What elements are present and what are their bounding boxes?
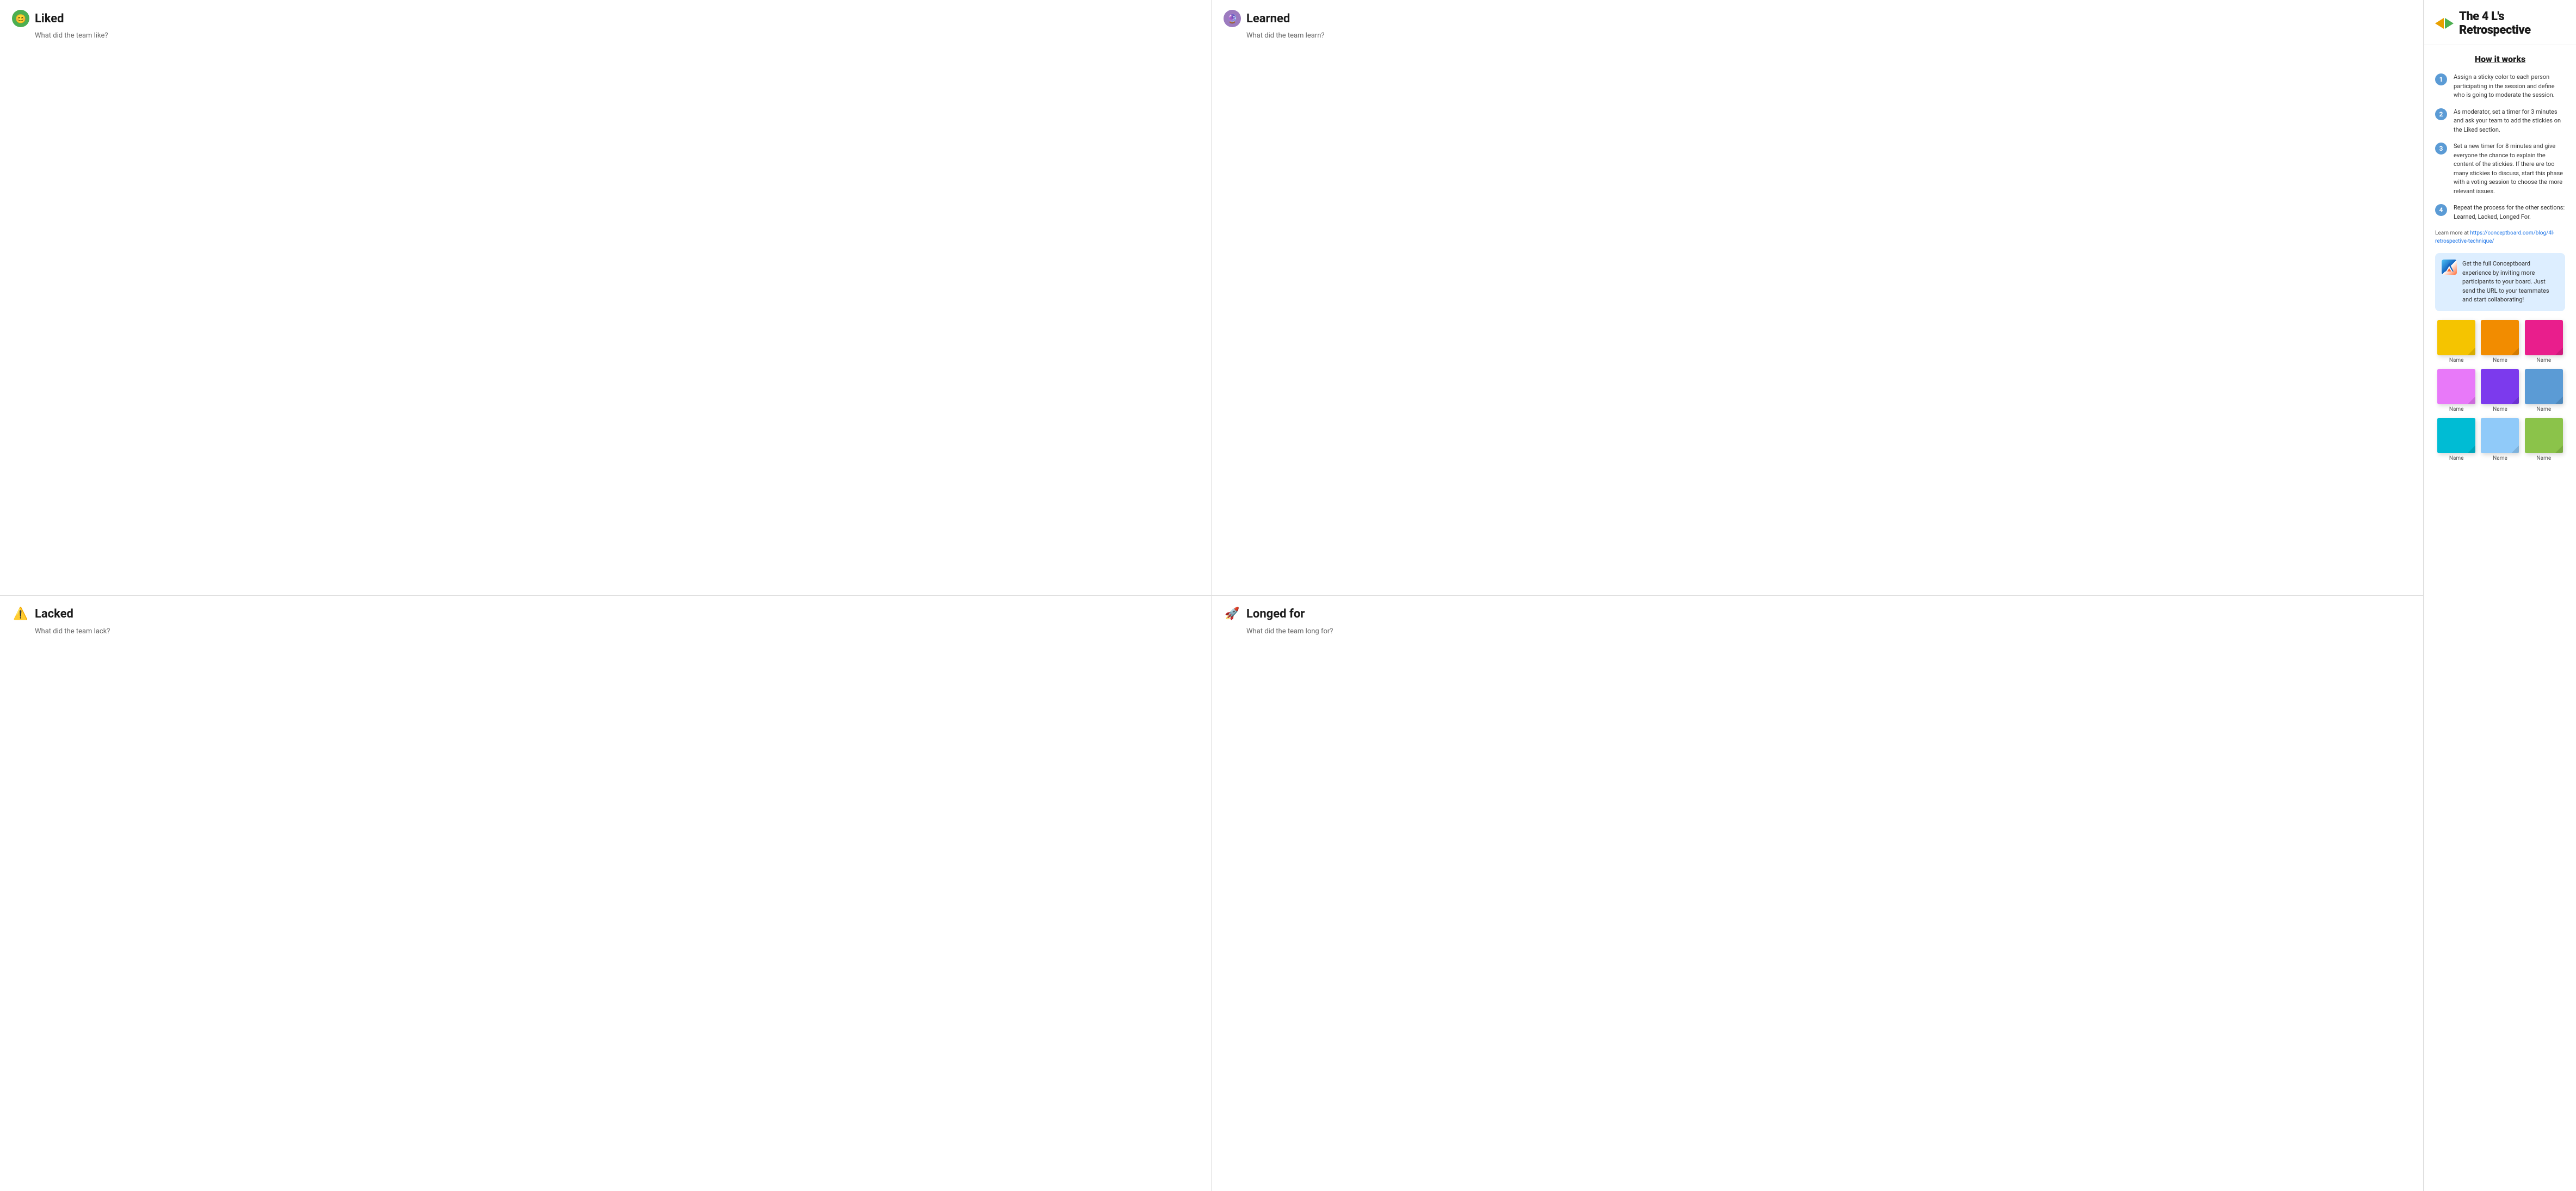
step-3-number: 3 [2435, 143, 2447, 155]
arrow-right-icon [2445, 18, 2454, 29]
sticky-note [2481, 320, 2519, 355]
sticky-note [2481, 369, 2519, 404]
liked-icon: 😊 [12, 10, 29, 27]
lacked-icon: ⚠️ [12, 606, 29, 623]
longed-icon: 🚀 [1224, 606, 1241, 623]
sticky-item: Name [2525, 418, 2563, 461]
quadrant-longed-header: 🚀 Longed for [1224, 606, 2411, 623]
stickies-grid: Name Name Name Name Name Name Name Name Name [2435, 320, 2565, 461]
step-1-number: 1 [2435, 73, 2447, 85]
step-1-text: Assign a sticky color to each person par… [2454, 73, 2565, 100]
steps-list: 1 Assign a sticky color to each person p… [2435, 73, 2565, 221]
sticky-item: Name [2481, 369, 2519, 412]
quadrant-learned: 🔮 Learned What did the team learn? [1212, 0, 2423, 596]
sticky-label: Name [2537, 406, 2552, 412]
step-4-text: Repeat the process for the other section… [2454, 203, 2565, 221]
sticky-label: Name [2493, 406, 2507, 412]
step-3-text: Set a new timer for 8 minutes and give e… [2454, 142, 2565, 196]
quadrant-liked: 😊 Liked What did the team like? [0, 0, 1212, 596]
sticky-note [2437, 320, 2475, 355]
quadrant-liked-header: 😊 Liked [12, 10, 1199, 27]
sticky-note [2525, 418, 2563, 453]
liked-subtitle: What did the team like? [35, 32, 1199, 40]
sticky-label: Name [2493, 357, 2507, 363]
header-arrows-icon [2435, 18, 2454, 29]
invite-box: Get the full Conceptboard experience by … [2435, 253, 2565, 311]
sticky-note [2525, 320, 2563, 355]
learned-icon: 🔮 [1224, 10, 1241, 27]
quadrant-lacked-header: ⚠️ Lacked [12, 606, 1199, 623]
sticky-item: Name [2525, 320, 2563, 363]
sticky-label: Name [2449, 406, 2464, 412]
longed-title: Longed for [1246, 607, 1305, 621]
sticky-note [2481, 418, 2519, 453]
learned-subtitle: What did the team learn? [1246, 32, 2411, 40]
sidebar-header: The 4 L's Retrospective [2424, 0, 2576, 45]
sticky-note [2437, 369, 2475, 404]
quadrant-lacked: ⚠️ Lacked What did the team lack? [0, 596, 1212, 1191]
conceptboard-icon [2442, 260, 2457, 275]
lacked-title: Lacked [35, 607, 73, 621]
sidebar-title: The 4 L's Retrospective [2459, 10, 2565, 37]
sticky-item: Name [2481, 418, 2519, 461]
learned-title: Learned [1246, 12, 1290, 26]
sticky-item: Name [2437, 369, 2475, 412]
sticky-item: Name [2437, 418, 2475, 461]
sticky-item: Name [2437, 320, 2475, 363]
arrow-left-icon [2435, 18, 2444, 29]
sticky-label: Name [2537, 357, 2552, 363]
sticky-label: Name [2449, 455, 2464, 461]
invite-text: Get the full Conceptboard experience by … [2462, 260, 2559, 305]
lacked-subtitle: What did the team lack? [35, 627, 1199, 635]
canvas-area: 😊 Liked What did the team like? 🔮 Learne… [0, 0, 2424, 1191]
sidebar: The 4 L's Retrospective How it works 1 A… [2424, 0, 2576, 1191]
step-2: 2 As moderator, set a timer for 3 minute… [2435, 108, 2565, 135]
learn-more-text: Learn more at https://conceptboard.com/b… [2435, 229, 2565, 245]
sticky-label: Name [2449, 357, 2464, 363]
step-4-number: 4 [2435, 204, 2447, 216]
sticky-item: Name [2481, 320, 2519, 363]
sticky-item: Name [2525, 369, 2563, 412]
how-it-works-heading: How it works [2435, 54, 2565, 64]
sticky-note [2525, 369, 2563, 404]
sticky-note [2437, 418, 2475, 453]
liked-title: Liked [35, 12, 64, 26]
step-2-text: As moderator, set a timer for 3 minutes … [2454, 108, 2565, 135]
sidebar-content: How it works 1 Assign a sticky color to … [2424, 45, 2576, 470]
sticky-label: Name [2537, 455, 2552, 461]
quadrant-learned-header: 🔮 Learned [1224, 10, 2411, 27]
step-4: 4 Repeat the process for the other secti… [2435, 203, 2565, 221]
longed-subtitle: What did the team long for? [1246, 627, 2411, 635]
quadrant-longed: 🚀 Longed for What did the team long for? [1212, 596, 2423, 1191]
step-2-number: 2 [2435, 108, 2447, 120]
step-1: 1 Assign a sticky color to each person p… [2435, 73, 2565, 100]
sticky-label: Name [2493, 455, 2507, 461]
step-3: 3 Set a new timer for 8 minutes and give… [2435, 142, 2565, 196]
